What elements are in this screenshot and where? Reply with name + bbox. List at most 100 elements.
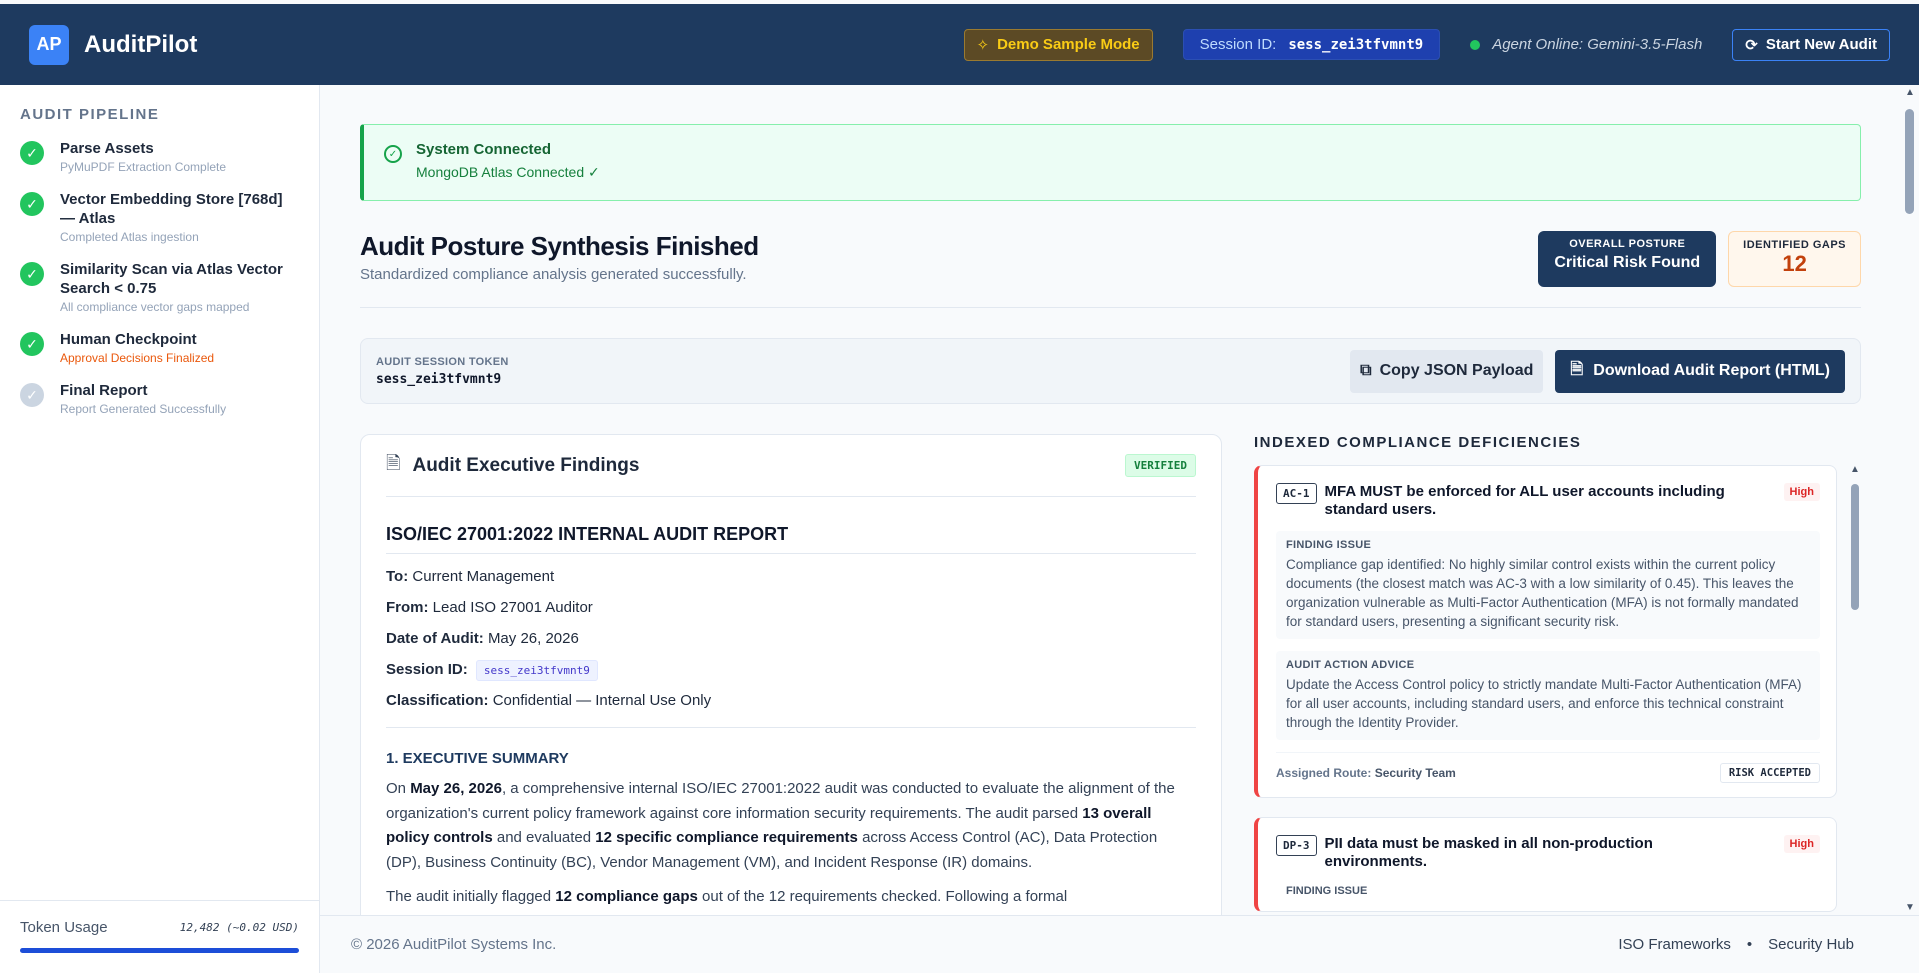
online-status-icon — [1470, 39, 1481, 50]
risk-status-badge[interactable]: RISK ACCEPTED — [1719, 763, 1820, 783]
severity-badge: High — [1783, 835, 1820, 853]
demo-mode-label: Demo Sample Mode — [997, 36, 1140, 53]
deficiencies-scrollbar[interactable]: ▲ — [1849, 464, 1861, 915]
sparkle-icon: ✧ — [976, 36, 990, 54]
check-icon: ✓ — [20, 332, 44, 356]
action-advice-label: AUDIT ACTION ADVICE — [1286, 659, 1415, 671]
divider — [386, 727, 1196, 728]
summary-paragraph-2: The audit initially flagged 12 complianc… — [386, 888, 1068, 905]
page-header: Audit Posture Synthesis Finished Standar… — [360, 231, 1861, 308]
finding-issue-label: FINDING ISSUE — [1286, 885, 1368, 897]
action-advice-box: AUDIT ACTION ADVICE Update the Access Co… — [1276, 651, 1820, 740]
deficiencies-list[interactable]: AC-1 MFA MUST be enforced for ALL user a… — [1254, 465, 1837, 915]
check-icon: ✓ — [20, 192, 44, 216]
deficiencies-heading: INDEXED COMPLIANCE DEFICIENCIES — [1254, 434, 1582, 451]
session-token-label: AUDIT SESSION TOKEN — [376, 355, 509, 368]
step-title: Parse Assets — [60, 140, 154, 157]
check-icon: ✓ — [20, 262, 44, 286]
check-icon: ✓ — [20, 383, 44, 407]
pipeline-step-human-checkpoint[interactable]: ✓ Human Checkpoint Approval Decisions Fi… — [20, 330, 299, 365]
token-usage-value: 12,482 (~0.02 USD) — [179, 921, 299, 934]
document-icon: 🗎 — [1570, 360, 1584, 378]
app-logo: AP — [29, 24, 69, 65]
executive-summary-heading: 1. EXECUTIVE SUMMARY — [386, 750, 569, 767]
connection-title: System Connected — [416, 141, 552, 158]
executive-findings-card: 🗎 Audit Executive Findings VERIFIED ISO/… — [360, 434, 1222, 915]
check-circle-icon: ✓ — [384, 145, 402, 163]
step-title: Vector Embedding Store [768d] — Atlas — [60, 191, 283, 227]
identified-gaps-label: IDENTIFIED GAPS — [1743, 239, 1846, 251]
session-badge: Session ID: sess_zei3tfvmnt9 — [1182, 29, 1441, 60]
refresh-icon: ⟳ — [1745, 36, 1758, 54]
scroll-up-icon[interactable]: ▲ — [1850, 464, 1860, 475]
security-hub-link[interactable]: Security Hub — [1768, 936, 1854, 953]
session-id: sess_zei3tfvmnt9 — [1288, 36, 1424, 53]
step-subtitle: PyMuPDF Extraction Complete — [60, 160, 227, 174]
connection-subtitle: MongoDB Atlas Connected ✓ — [416, 164, 600, 180]
overall-posture-label: OVERALL POSTURE — [1569, 238, 1686, 250]
page-scrollbar[interactable]: ▲ ▼ — [1900, 85, 1919, 915]
assigned-route: Assigned Route: Security Team — [1276, 766, 1456, 780]
pipeline-step-parse-assets[interactable]: ✓ Parse Assets PyMuPDF Extraction Comple… — [20, 139, 299, 174]
deficiency-card[interactable]: AC-1 MFA MUST be enforced for ALL user a… — [1254, 465, 1837, 798]
pipeline-heading: AUDIT PIPELINE — [20, 106, 160, 123]
deficiency-card[interactable]: DP-3 PII data must be masked in all non-… — [1254, 817, 1837, 912]
finding-issue-text: Compliance gap identified: No highly sim… — [1286, 557, 1799, 629]
app-name: AuditPilot — [84, 30, 198, 58]
footer: © 2026 AuditPilot Systems Inc. ISO Frame… — [320, 915, 1919, 973]
severity-badge: High — [1783, 483, 1820, 501]
start-new-audit-label: Start New Audit — [1765, 36, 1877, 53]
scroll-up-icon[interactable]: ▲ — [1905, 87, 1915, 98]
agent-status: Agent Online: Gemini-3.5-Flash — [1470, 36, 1702, 53]
step-subtitle: Report Generated Successfully — [60, 402, 227, 416]
identified-gaps-value: 12 — [1782, 251, 1807, 276]
download-report-button[interactable]: 🗎 Download Audit Report (HTML) — [1555, 349, 1845, 393]
control-id: DP-3 — [1276, 835, 1317, 856]
report-title: ISO/IEC 27001:2022 INTERNAL AUDIT REPORT — [386, 497, 1196, 554]
deficiency-title: MFA MUST be enforced for ALL user accoun… — [1324, 483, 1725, 518]
token-usage-panel: Token Usage 12,482 (~0.02 USD) — [0, 900, 319, 973]
page-subtitle: Standardized compliance analysis generat… — [360, 266, 747, 283]
scroll-down-icon[interactable]: ▼ — [1905, 902, 1915, 913]
overall-posture-value: Critical Risk Found — [1554, 254, 1701, 271]
report-session: Session ID: sess_zei3tfvmnt9 — [386, 660, 1196, 681]
copy-icon: ⧉ — [1360, 362, 1372, 379]
session-label: Session ID: — [1199, 36, 1277, 53]
copy-json-label: Copy JSON Payload — [1379, 362, 1534, 379]
main-content: ✓ System Connected MongoDB Atlas Connect… — [320, 85, 1919, 915]
deficiency-title: PII data must be masked in all non-produ… — [1324, 835, 1653, 870]
step-subtitle: Approval Decisions Finalized — [60, 351, 215, 365]
agent-status-label: Agent Online: Gemini-3.5-Flash — [1492, 36, 1703, 53]
report-classification: Classification: Confidential — Internal … — [386, 692, 712, 709]
verified-badge: VERIFIED — [1125, 454, 1196, 477]
scrollbar-thumb[interactable] — [1851, 484, 1859, 610]
control-id: AC-1 — [1276, 483, 1317, 504]
step-subtitle: All compliance vector gaps mapped — [60, 300, 250, 314]
top-bar: AP AuditPilot ✧ Demo Sample Mode Session… — [0, 4, 1919, 85]
token-usage-bar — [20, 948, 299, 953]
iso-frameworks-link[interactable]: ISO Frameworks — [1618, 936, 1731, 953]
identified-gaps-card: IDENTIFIED GAPS 12 — [1728, 231, 1861, 287]
report-to: To: Current Management — [386, 568, 555, 585]
step-subtitle: Completed Atlas ingestion — [60, 230, 199, 244]
connection-banner: ✓ System Connected MongoDB Atlas Connect… — [360, 124, 1861, 201]
deficiencies-panel: INDEXED COMPLIANCE DEFICIENCIES AC-1 MFA… — [1254, 434, 1861, 915]
scrollbar-thumb[interactable] — [1905, 109, 1914, 214]
copy-json-button[interactable]: ⧉ Copy JSON Payload — [1350, 349, 1544, 393]
session-token-card: AUDIT SESSION TOKEN sess_zei3tfvmnt9 ⧉ C… — [360, 338, 1861, 404]
download-report-label: Download Audit Report (HTML) — [1593, 362, 1830, 379]
session-token-value: sess_zei3tfvmnt9 — [376, 371, 502, 387]
step-title: Similarity Scan via Atlas Vector Search … — [60, 261, 283, 297]
summary-paragraph: On May 26, 2026, a comprehensive interna… — [386, 780, 1175, 871]
footer-separator: • — [1746, 936, 1753, 953]
pipeline-step-similarity-scan[interactable]: ✓ Similarity Scan via Atlas Vector Searc… — [20, 260, 299, 314]
demo-mode-badge[interactable]: ✧ Demo Sample Mode — [963, 28, 1153, 61]
sidebar: AUDIT PIPELINE ✓ Parse Assets PyMuPDF Ex… — [0, 85, 320, 973]
report-from: From: Lead ISO 27001 Auditor — [386, 599, 593, 616]
pipeline-step-final-report[interactable]: ✓ Final Report Report Generated Successf… — [20, 381, 299, 416]
start-new-audit-button[interactable]: ⟳ Start New Audit — [1732, 28, 1890, 61]
token-usage-label: Token Usage — [20, 919, 108, 936]
step-title: Human Checkpoint — [60, 331, 197, 348]
report-date: Date of Audit: May 26, 2026 — [386, 630, 579, 647]
pipeline-step-vector-embedding[interactable]: ✓ Vector Embedding Store [768d] — Atlas … — [20, 190, 299, 244]
